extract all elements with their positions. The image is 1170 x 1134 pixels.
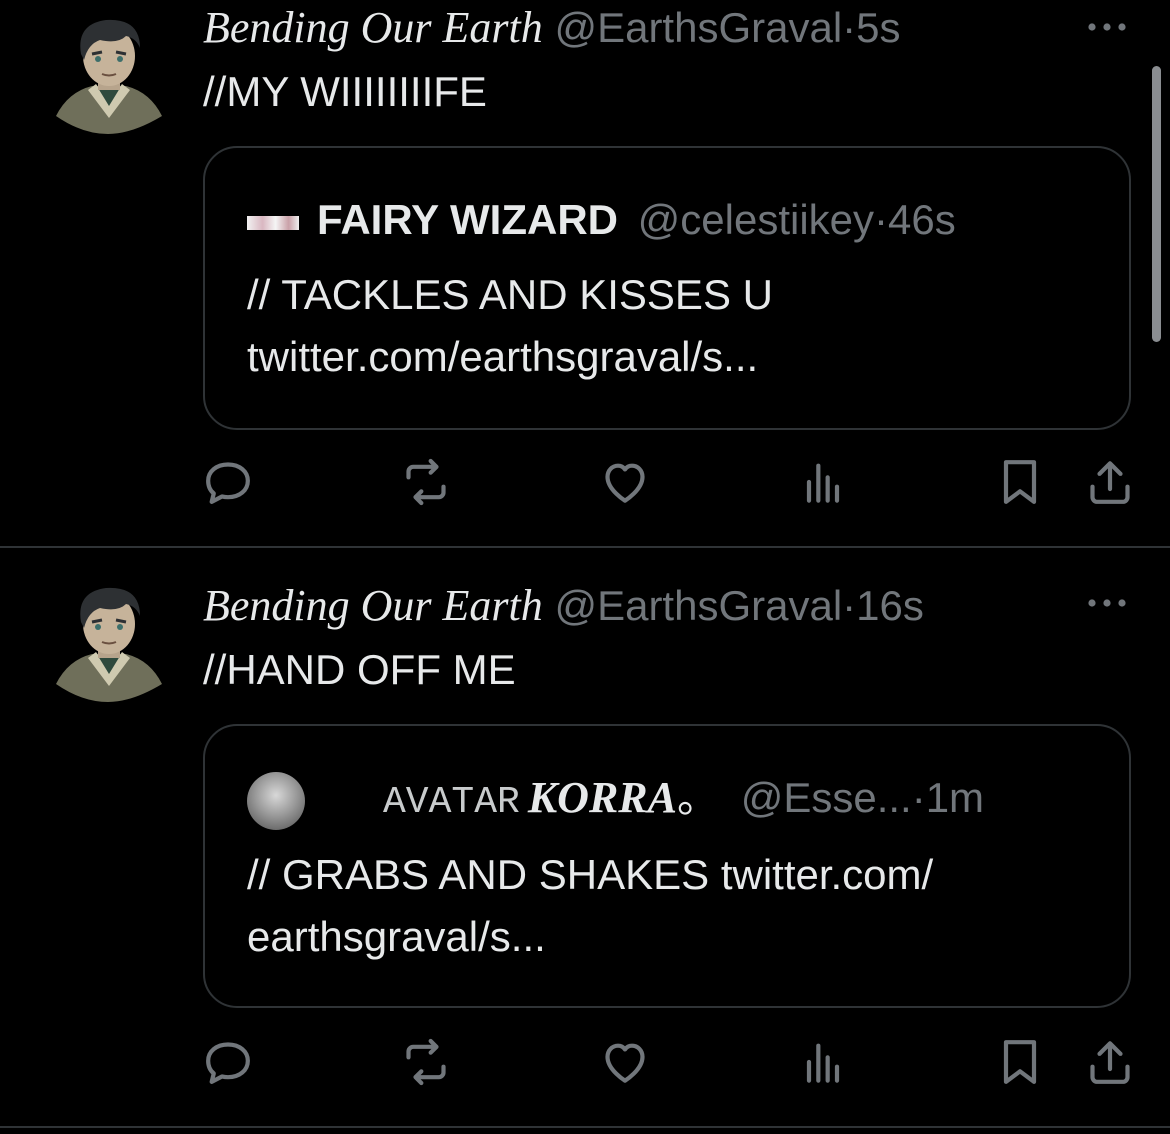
timestamp[interactable]: 16s [856,582,924,629]
more-options-icon[interactable] [1082,588,1132,618]
share-icon[interactable] [1082,454,1138,510]
bookmark-icon[interactable] [992,1034,1048,1090]
tweet-article[interactable]: Bending Our Earth @EarthsGraval·5s //MY … [0,0,1170,546]
tweet-action-bar [0,454,1170,514]
scrollbar[interactable] [1152,66,1161,342]
tweet-header: Bending Our Earth @EarthsGraval·16s [203,580,924,632]
tweet-text: //MY WIIIIIIIIFE [203,68,487,115]
quote-user-handle[interactable]: @Esse... [741,774,912,821]
user-avatar-icon[interactable] [48,14,170,136]
display-name[interactable]: Bending Our Earth [203,581,543,630]
quote-display-name-prefix[interactable]: AVATAR [383,781,520,824]
like-icon[interactable] [597,1034,653,1090]
quote-text-line: earthsgraval/s... [247,913,546,960]
reply-icon[interactable] [200,1034,256,1090]
quote-user-handle[interactable]: @celestiikey [638,196,874,243]
quote-timestamp[interactable]: 1m [926,774,984,821]
views-icon[interactable] [795,454,851,510]
user-avatar-icon[interactable] [48,582,170,704]
quote-text-line: twitter.com/earthsgraval/s... [247,333,759,380]
like-icon[interactable] [597,454,653,510]
tweet-header: Bending Our Earth @EarthsGraval·5s [203,2,901,54]
quote-display-name[interactable]: KORRA [528,773,677,822]
quote-avatar-banner-icon [247,215,299,230]
quote-avatar-photo-icon [247,771,305,830]
views-icon[interactable] [795,1034,851,1090]
reply-icon[interactable] [200,454,256,510]
quote-text: // GRABS AND SHAKES twitter.com/ earthsg… [247,844,1087,968]
quote-text-line: // TACKLES AND KISSES U [247,271,773,318]
share-icon[interactable] [1082,1034,1138,1090]
quote-display-name[interactable]: FAIRY WIZARD [317,196,618,243]
tweet-action-bar [0,1034,1170,1094]
quote-text-line: // GRABS AND SHAKES twitter.com/ [247,851,934,898]
quote-text: // TACKLES AND KISSES U twitter.com/eart… [247,264,1087,388]
quote-header: FAIRY WIZARD @celestiikey·46s [247,192,956,248]
tweet-text: //HAND OFF ME [203,646,516,693]
retweet-icon[interactable] [398,454,454,510]
separator: · [842,582,857,629]
user-handle[interactable]: @EarthsGraval [554,582,842,629]
quote-display-name-suffix: 。 [677,774,720,821]
quote-separator: · [874,196,889,243]
bookmark-icon[interactable] [992,454,1048,510]
more-options-icon[interactable] [1082,12,1132,42]
retweet-icon[interactable] [398,1034,454,1090]
user-handle[interactable]: @EarthsGraval [554,4,842,51]
quote-tweet-card[interactable]: FAIRY WIZARD @celestiikey·46s // TACKLES… [203,146,1131,430]
quote-tweet-card[interactable]: AVATAR KORRA。 @Esse...·1m // GRABS AND SH… [203,724,1131,1008]
tweet-divider [0,1126,1170,1128]
quote-timestamp[interactable]: 46s [888,196,956,243]
quote-separator: · [911,774,926,821]
quote-header: AVATAR KORRA。 @Esse...·1m [247,770,984,830]
tweet-article[interactable]: Bending Our Earth @EarthsGraval·16s //HA… [0,548,1170,1126]
display-name[interactable]: Bending Our Earth [203,3,543,52]
separator: · [842,4,857,51]
timestamp[interactable]: 5s [856,4,900,51]
